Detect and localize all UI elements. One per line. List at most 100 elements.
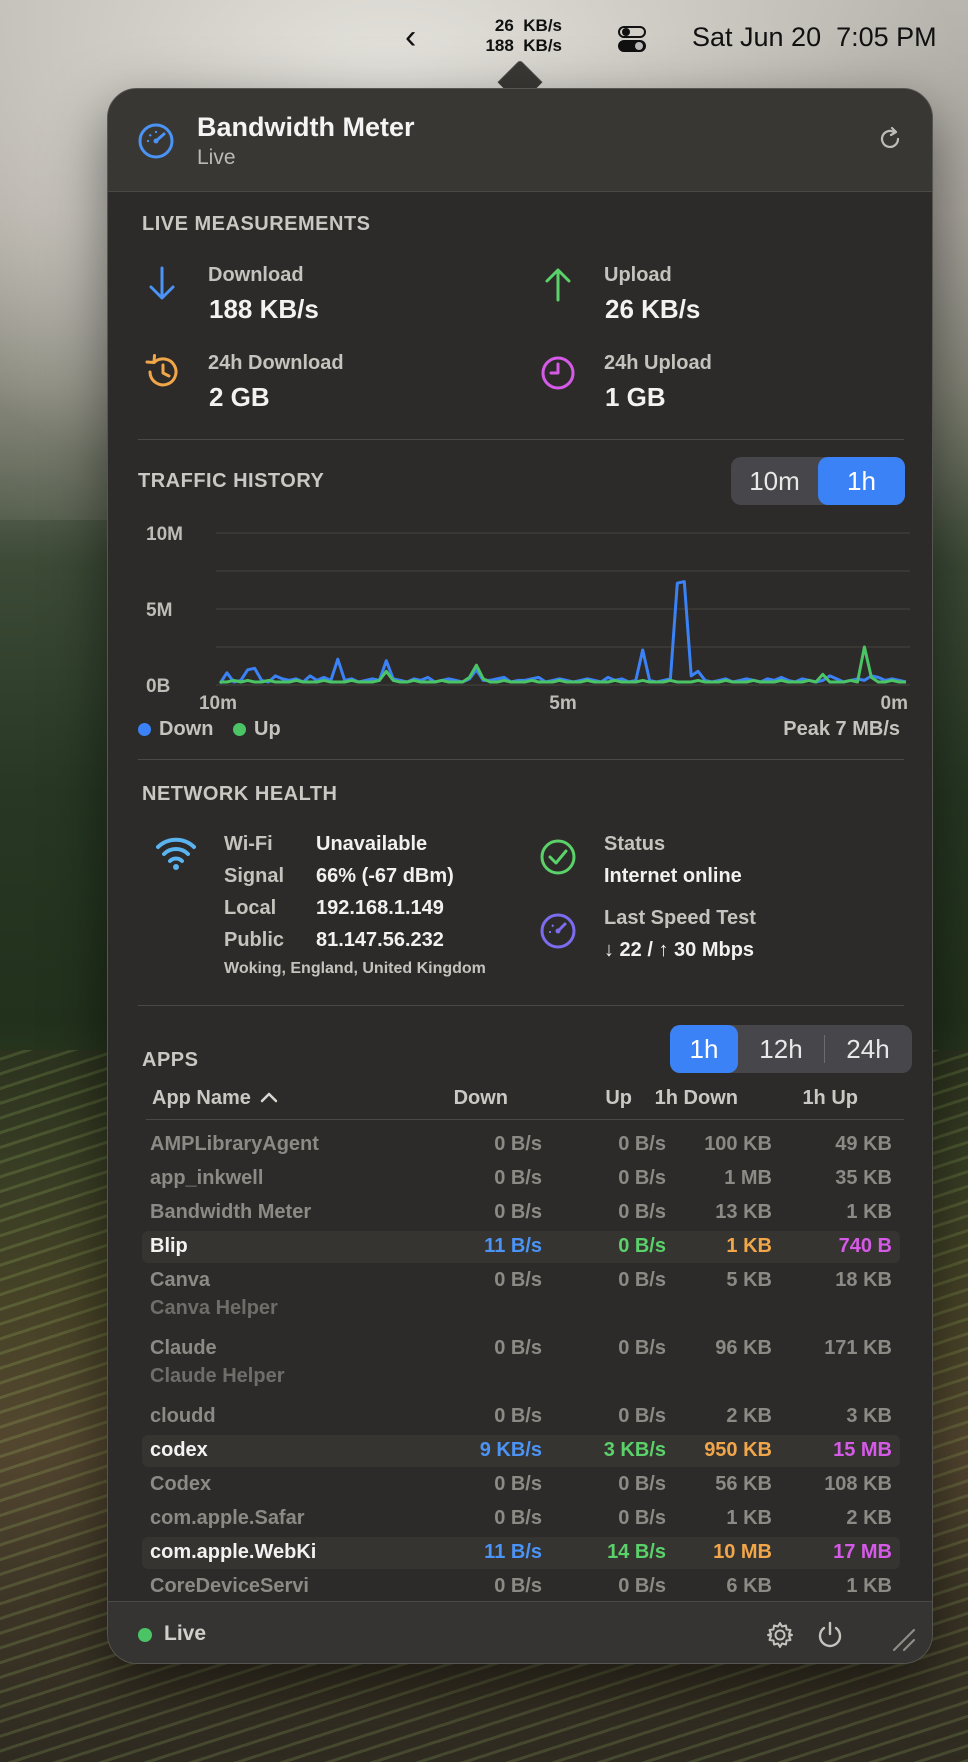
signal-value: 66% (-67 dBm)	[316, 865, 454, 887]
cell-up: 0 B/s	[618, 1269, 666, 1291]
table-row[interactable]: Canva 0 B/s 0 B/s 5 KB 18 KB	[142, 1265, 900, 1297]
apps-range-picker: 1h 12h 24h	[670, 1025, 912, 1073]
cell-range-down: 1 KB	[726, 1235, 772, 1257]
cell-name: CoreDeviceServi	[150, 1575, 309, 1597]
cell-range-up: 740 B	[838, 1235, 892, 1257]
chart-legend: Down Up	[138, 718, 281, 741]
arrow-up-icon	[545, 268, 571, 302]
menubar-bandwidth-item[interactable]: 26 KB/s 188 KB/s	[482, 16, 562, 56]
day-download-label: 24h Download	[208, 352, 344, 374]
cell-range-down: 6 KB	[726, 1575, 772, 1597]
cell-range-down: 10 MB	[713, 1541, 772, 1563]
series-line-down	[218, 580, 907, 685]
column-header-down[interactable]: Down	[454, 1087, 508, 1110]
y-tick-label: 5M	[146, 600, 172, 621]
gear-icon[interactable]	[765, 1620, 795, 1650]
popover-header: Bandwidth Meter Live	[108, 89, 932, 192]
cell-down: 11 B/s	[484, 1235, 542, 1257]
control-center-icon[interactable]	[617, 24, 647, 54]
cell-down: 0 B/s	[494, 1269, 542, 1291]
cell-down: 0 B/s	[494, 1167, 542, 1189]
speedtest-value: ↓ 22 / ↑ 30 Mbps	[604, 939, 755, 961]
table-row[interactable]: AMPLibraryAgent 0 B/s 0 B/s 100 KB 49 KB	[142, 1129, 900, 1161]
cell-range-up: 3 KB	[846, 1405, 892, 1427]
cell-range-down: 1 MB	[724, 1167, 772, 1189]
live-status-dot	[138, 1628, 152, 1642]
cell-name: codex	[150, 1439, 208, 1461]
cell-down: 0 B/s	[494, 1133, 542, 1155]
column-header-up[interactable]: Up	[605, 1087, 632, 1110]
cell-up: 0 B/s	[618, 1235, 666, 1257]
menu-bar: ‹ 26 KB/s 188 KB/s Sat Jun 20 7:05 PM	[0, 0, 968, 76]
bandwidth-popover: Bandwidth Meter Live LIVE MEASUREMENTS D…	[107, 88, 933, 1664]
resize-grip-icon[interactable]	[888, 1624, 918, 1654]
network-health-heading: NETWORK HEALTH	[142, 783, 338, 805]
legend-up: Up	[233, 718, 281, 740]
column-header-range-down[interactable]: 1h Down	[655, 1087, 738, 1110]
table-row[interactable]: Claude 0 B/s 0 B/s 96 KB 171 KB	[142, 1333, 900, 1365]
cell-down: 0 B/s	[494, 1201, 542, 1223]
table-row[interactable]: cloudd 0 B/s 0 B/s 2 KB 3 KB	[142, 1401, 900, 1433]
table-row[interactable]: app_inkwell 0 B/s 0 B/s 1 MB 35 KB	[142, 1163, 900, 1195]
cell-range-up: 17 MB	[833, 1541, 892, 1563]
cell-up: 0 B/s	[618, 1337, 666, 1359]
location-text: Woking, England, United Kingdom	[224, 960, 486, 977]
cell-down: 0 B/s	[494, 1337, 542, 1359]
apps-range-12h[interactable]: 12h	[738, 1025, 824, 1073]
cell-range-up: 35 KB	[835, 1167, 892, 1189]
cell-up: 0 B/s	[618, 1473, 666, 1495]
cell-range-down: 1 KB	[726, 1507, 772, 1529]
y-tick-label: 10M	[146, 524, 183, 545]
live-measurements-heading: LIVE MEASUREMENTS	[142, 213, 371, 235]
traffic-range-picker: 10m 1h	[731, 457, 905, 505]
y-tick-label: 0B	[146, 676, 170, 697]
x-tick-label: 10m	[199, 693, 237, 709]
wifi-value: Unavailable	[316, 833, 428, 855]
refresh-icon[interactable]	[876, 125, 904, 153]
cell-down: 0 B/s	[494, 1507, 542, 1529]
upload-label: Upload	[604, 264, 672, 286]
arrow-down-icon	[149, 266, 175, 300]
cell-name: app_inkwell	[150, 1167, 264, 1189]
cell-up: 14 B/s	[607, 1541, 666, 1563]
table-row[interactable]: Blip 11 B/s 0 B/s 1 KB 740 B	[142, 1231, 900, 1263]
cell-range-down: 2 KB	[726, 1405, 772, 1427]
table-row[interactable]: com.apple.Safar 0 B/s 0 B/s 1 KB 2 KB	[142, 1503, 900, 1535]
traffic-range-10m[interactable]: 10m	[731, 457, 818, 505]
menubar-clock[interactable]: Sat Jun 20 7:05 PM	[692, 22, 937, 53]
column-header-range-up[interactable]: 1h Up	[802, 1087, 858, 1110]
signal-label: Signal	[224, 865, 285, 887]
power-icon[interactable]	[815, 1620, 845, 1650]
public-ip-value: 81.147.56.232	[316, 929, 444, 951]
table-row[interactable]: Bandwidth Meter 0 B/s 0 B/s 13 KB 1 KB	[142, 1197, 900, 1229]
apps-range-1h[interactable]: 1h	[670, 1025, 738, 1073]
menubar-download-rate: 188 KB/s	[485, 36, 562, 55]
legend-down: Down	[138, 718, 213, 740]
table-row[interactable]: com.apple.WebKi 11 B/s 14 B/s 10 MB 17 MB	[142, 1537, 900, 1569]
cell-range-down: 950 KB	[704, 1439, 772, 1461]
table-row[interactable]: codex 9 KB/s 3 KB/s 950 KB 15 MB	[142, 1435, 900, 1467]
cell-down: 9 KB/s	[479, 1439, 542, 1461]
checkmark-circle-icon	[540, 839, 576, 875]
public-ip-label: Public	[224, 929, 285, 951]
divider	[138, 1005, 904, 1006]
download-label: Download	[208, 264, 304, 286]
apps-range-24h[interactable]: 24h	[825, 1025, 911, 1073]
cell-name: Codex	[150, 1473, 212, 1495]
table-row[interactable]: Codex 0 B/s 0 B/s 56 KB 108 KB	[142, 1469, 900, 1501]
chevron-left-icon[interactable]: ‹	[405, 20, 416, 54]
cell-name: Blip	[150, 1235, 188, 1257]
table-row[interactable]: CoreDeviceServi 0 B/s 0 B/s 6 KB 1 KB	[142, 1571, 900, 1603]
column-header-app-name[interactable]: App Name	[152, 1087, 278, 1110]
divider	[138, 759, 904, 760]
download-value: 188 KB/s	[209, 294, 319, 324]
peak-label: Peak 7 MB/s	[783, 718, 900, 740]
wifi-icon	[156, 837, 196, 870]
speedtest-gauge-icon	[540, 913, 576, 949]
divider	[138, 439, 904, 440]
speedometer-icon	[138, 123, 174, 159]
traffic-range-1h[interactable]: 1h	[818, 457, 905, 505]
cell-range-down: 5 KB	[726, 1269, 772, 1291]
wifi-label: Wi-Fi	[224, 833, 273, 855]
cell-range-down: 100 KB	[704, 1133, 772, 1155]
